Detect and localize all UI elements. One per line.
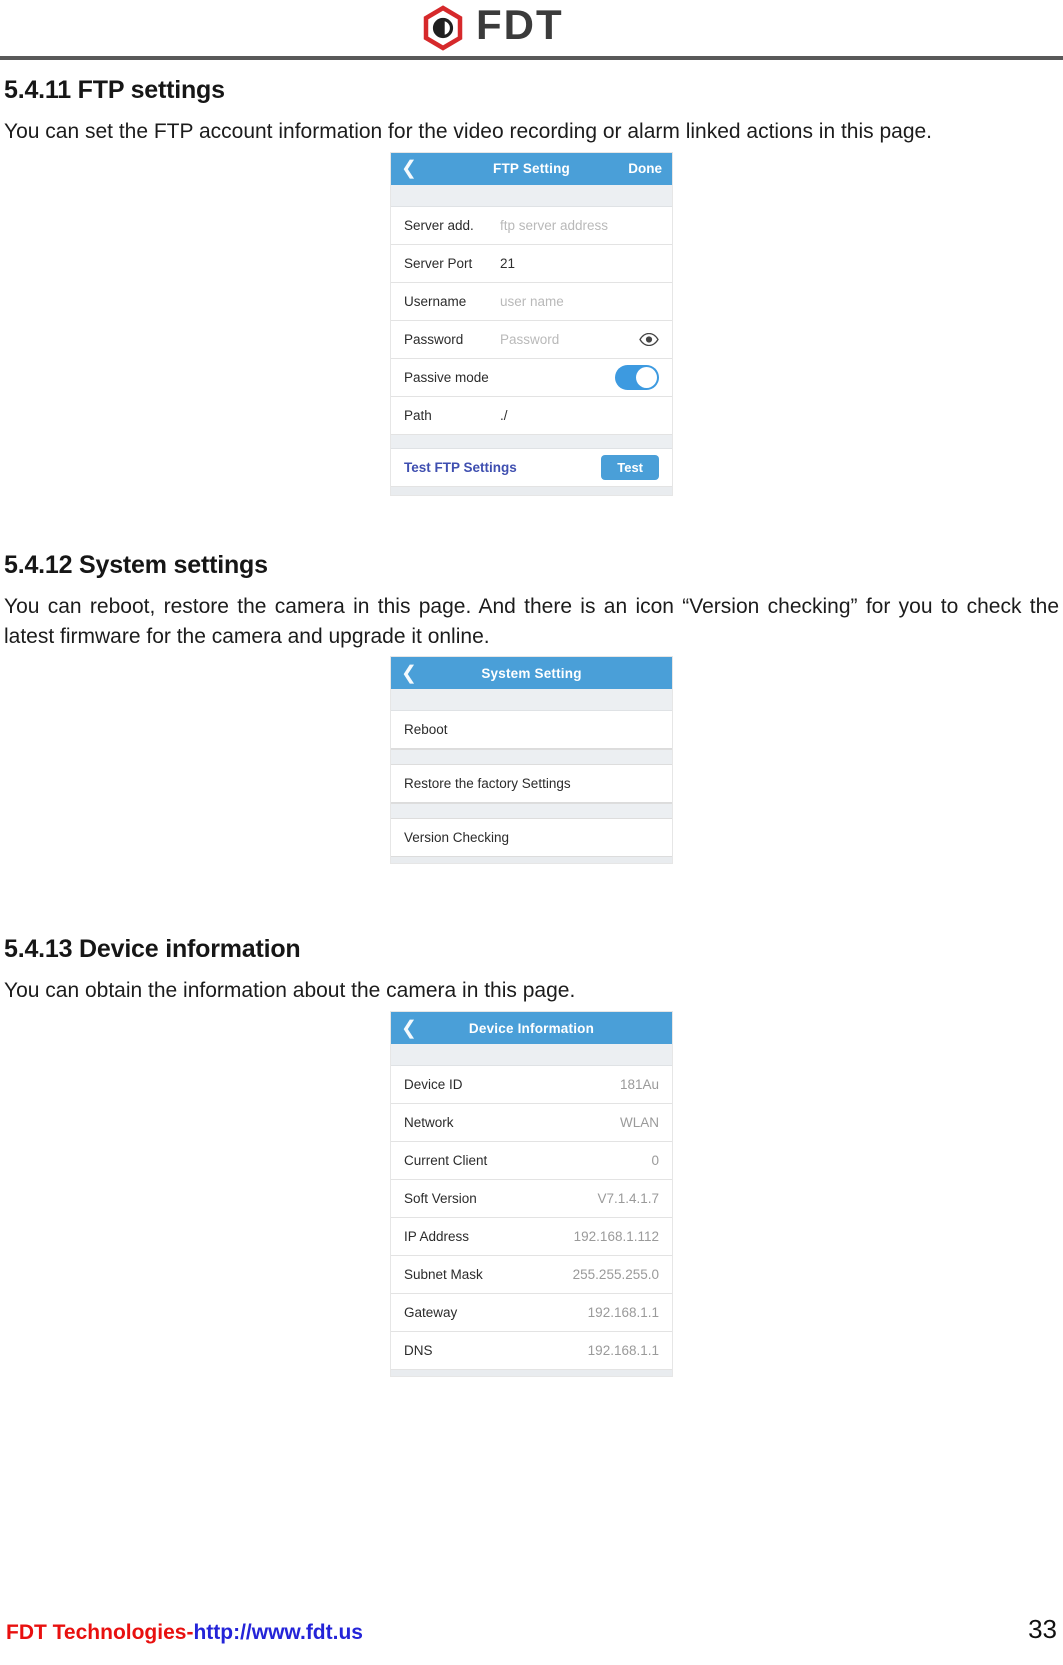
ftp-row-test[interactable]: Test FTP Settings Test	[391, 448, 672, 487]
server-address-label: Server add.	[404, 217, 474, 233]
device-row-dns: DNS 192.168.1.1	[391, 1332, 672, 1371]
section-body-device: You can obtain the information about the…	[4, 979, 576, 1003]
header-divider	[0, 56, 1063, 60]
section-heading-device: 5.4.13 Device information	[4, 935, 301, 964]
fdt-hexagon-logo-icon	[420, 5, 466, 51]
subnet-mask-label: Subnet Mask	[404, 1267, 483, 1283]
section-heading-ftp: 5.4.11 FTP settings	[4, 76, 225, 104]
username-label: Username	[404, 293, 467, 309]
path-input[interactable]: ./	[500, 408, 508, 423]
ftp-row-server-port[interactable]: Server Port 21	[391, 244, 672, 283]
device-row-ip-address: IP Address 192.168.1.112	[391, 1218, 672, 1257]
dns-label: DNS	[404, 1343, 433, 1359]
device-screen-title: Device Information	[468, 1020, 595, 1036]
device-row-soft-version: Soft Version V7.1.4.1.7	[391, 1180, 672, 1219]
chevron-left-icon[interactable]: ❮	[401, 1019, 421, 1038]
device-row-gateway: Gateway 192.168.1.1	[391, 1294, 672, 1333]
system-screen-title: System Setting	[481, 665, 582, 681]
system-sep-2	[391, 803, 672, 820]
svg-text:FDT: FDT	[476, 4, 564, 48]
server-port-input[interactable]: 21	[500, 256, 515, 271]
toggle-knob	[636, 366, 657, 388]
reboot-label: Reboot	[404, 722, 448, 738]
device-top-gap	[391, 1044, 672, 1067]
restore-factory-label: Restore the factory Settings	[404, 776, 571, 792]
eye-icon[interactable]	[639, 332, 659, 346]
ftp-screenshot-wrap: ❮ FTP Setting Done Server add. ftp serve…	[4, 152, 1059, 495]
page-footer: FDT Technologies-http://www.fdt.us 33	[0, 1614, 1063, 1645]
done-button[interactable]: Done	[628, 161, 662, 176]
page-number: 33	[1028, 1614, 1057, 1644]
passive-mode-label: Passive mode	[404, 369, 489, 385]
password-label: Password	[404, 331, 464, 347]
footer-credit: FDT Technologies-http://www.fdt.us	[6, 1621, 363, 1645]
ip-address-value: 192.168.1.112	[573, 1229, 659, 1245]
gateway-label: Gateway	[404, 1305, 458, 1321]
device-row-current-client: Current Client 0	[391, 1142, 672, 1181]
username-input[interactable]: user name	[500, 294, 564, 309]
soft-version-label: Soft Version	[404, 1191, 477, 1207]
system-screenshot-wrap: ❮ System Setting Reboot Restore the fact…	[4, 657, 1059, 864]
system-bottom-strip	[391, 857, 672, 864]
ftp-row-username[interactable]: Username user name	[391, 282, 672, 321]
system-setting-screen: ❮ System Setting Reboot Restore the fact…	[391, 657, 672, 864]
password-input[interactable]: Password	[500, 332, 559, 347]
system-title-bar: ❮ System Setting	[391, 657, 672, 690]
ftp-row-password[interactable]: Password Password	[391, 320, 672, 359]
subnet-mask-value: 255.255.255.0	[572, 1267, 659, 1283]
ftp-top-gap	[391, 184, 672, 207]
device-title-bar: ❮ Device Information	[391, 1012, 672, 1045]
current-client-value: 0	[651, 1153, 659, 1169]
path-label: Path	[404, 407, 432, 423]
ftp-bottom-strip	[391, 486, 672, 495]
system-sep-1	[391, 749, 672, 766]
section-body-system: You can reboot, restore the camera in th…	[4, 594, 1059, 648]
fdt-wordmark: FDT	[476, 1, 644, 53]
ftp-title-bar: ❮ FTP Setting Done	[391, 152, 672, 185]
device-row-device-id: Device ID 181Au	[391, 1066, 672, 1105]
device-row-network: Network WLAN	[391, 1104, 672, 1143]
device-information-screen: ❮ Device Information Device ID 181Au Net…	[391, 1012, 672, 1377]
current-client-label: Current Client	[404, 1153, 488, 1169]
test-button[interactable]: Test	[601, 454, 659, 480]
ftp-row-server-address[interactable]: Server add. ftp server address	[391, 206, 672, 245]
footer-company: FDT Technologies-	[6, 1621, 194, 1644]
network-value: WLAN	[619, 1115, 659, 1131]
device-screenshot-wrap: ❮ Device Information Device ID 181Au Net…	[4, 1012, 1059, 1377]
test-ftp-settings-label: Test FTP Settings	[404, 459, 517, 475]
fdt-logo: FDT	[420, 1, 644, 53]
passive-mode-toggle[interactable]	[615, 364, 659, 390]
soft-version-value: V7.1.4.1.7	[597, 1191, 659, 1207]
device-bottom-strip	[391, 1370, 672, 1377]
chevron-left-icon[interactable]: ❮	[401, 664, 421, 683]
device-id-value: 181Au	[619, 1077, 659, 1093]
server-address-input[interactable]: ftp server address	[500, 218, 608, 233]
ip-address-label: IP Address	[404, 1229, 470, 1245]
chevron-left-icon[interactable]: ❮	[401, 159, 421, 178]
gateway-value: 192.168.1.1	[587, 1305, 659, 1321]
system-item-reboot[interactable]: Reboot	[391, 711, 672, 750]
system-item-version-checking[interactable]: Version Checking	[391, 819, 672, 858]
section-heading-system: 5.4.12 System settings	[4, 550, 268, 579]
ftp-mid-gap	[391, 434, 672, 449]
ftp-row-passive-mode[interactable]: Passive mode	[391, 358, 672, 397]
network-label: Network	[404, 1115, 454, 1131]
section-body-ftp: You can set the FTP account information …	[4, 120, 933, 143]
server-port-label: Server Port	[404, 255, 473, 271]
page-header: FDT	[0, 0, 1063, 52]
ftp-setting-screen: ❮ FTP Setting Done Server add. ftp serve…	[391, 152, 672, 495]
version-checking-label: Version Checking	[404, 830, 510, 846]
device-id-label: Device ID	[404, 1077, 463, 1093]
ftp-row-path[interactable]: Path ./	[391, 396, 672, 435]
device-row-subnet-mask: Subnet Mask 255.255.255.0	[391, 1256, 672, 1295]
footer-url[interactable]: http://www.fdt.us	[193, 1621, 363, 1644]
dns-value: 192.168.1.1	[587, 1343, 659, 1359]
system-top-gap	[391, 689, 672, 712]
system-item-restore-factory[interactable]: Restore the factory Settings	[391, 765, 672, 804]
